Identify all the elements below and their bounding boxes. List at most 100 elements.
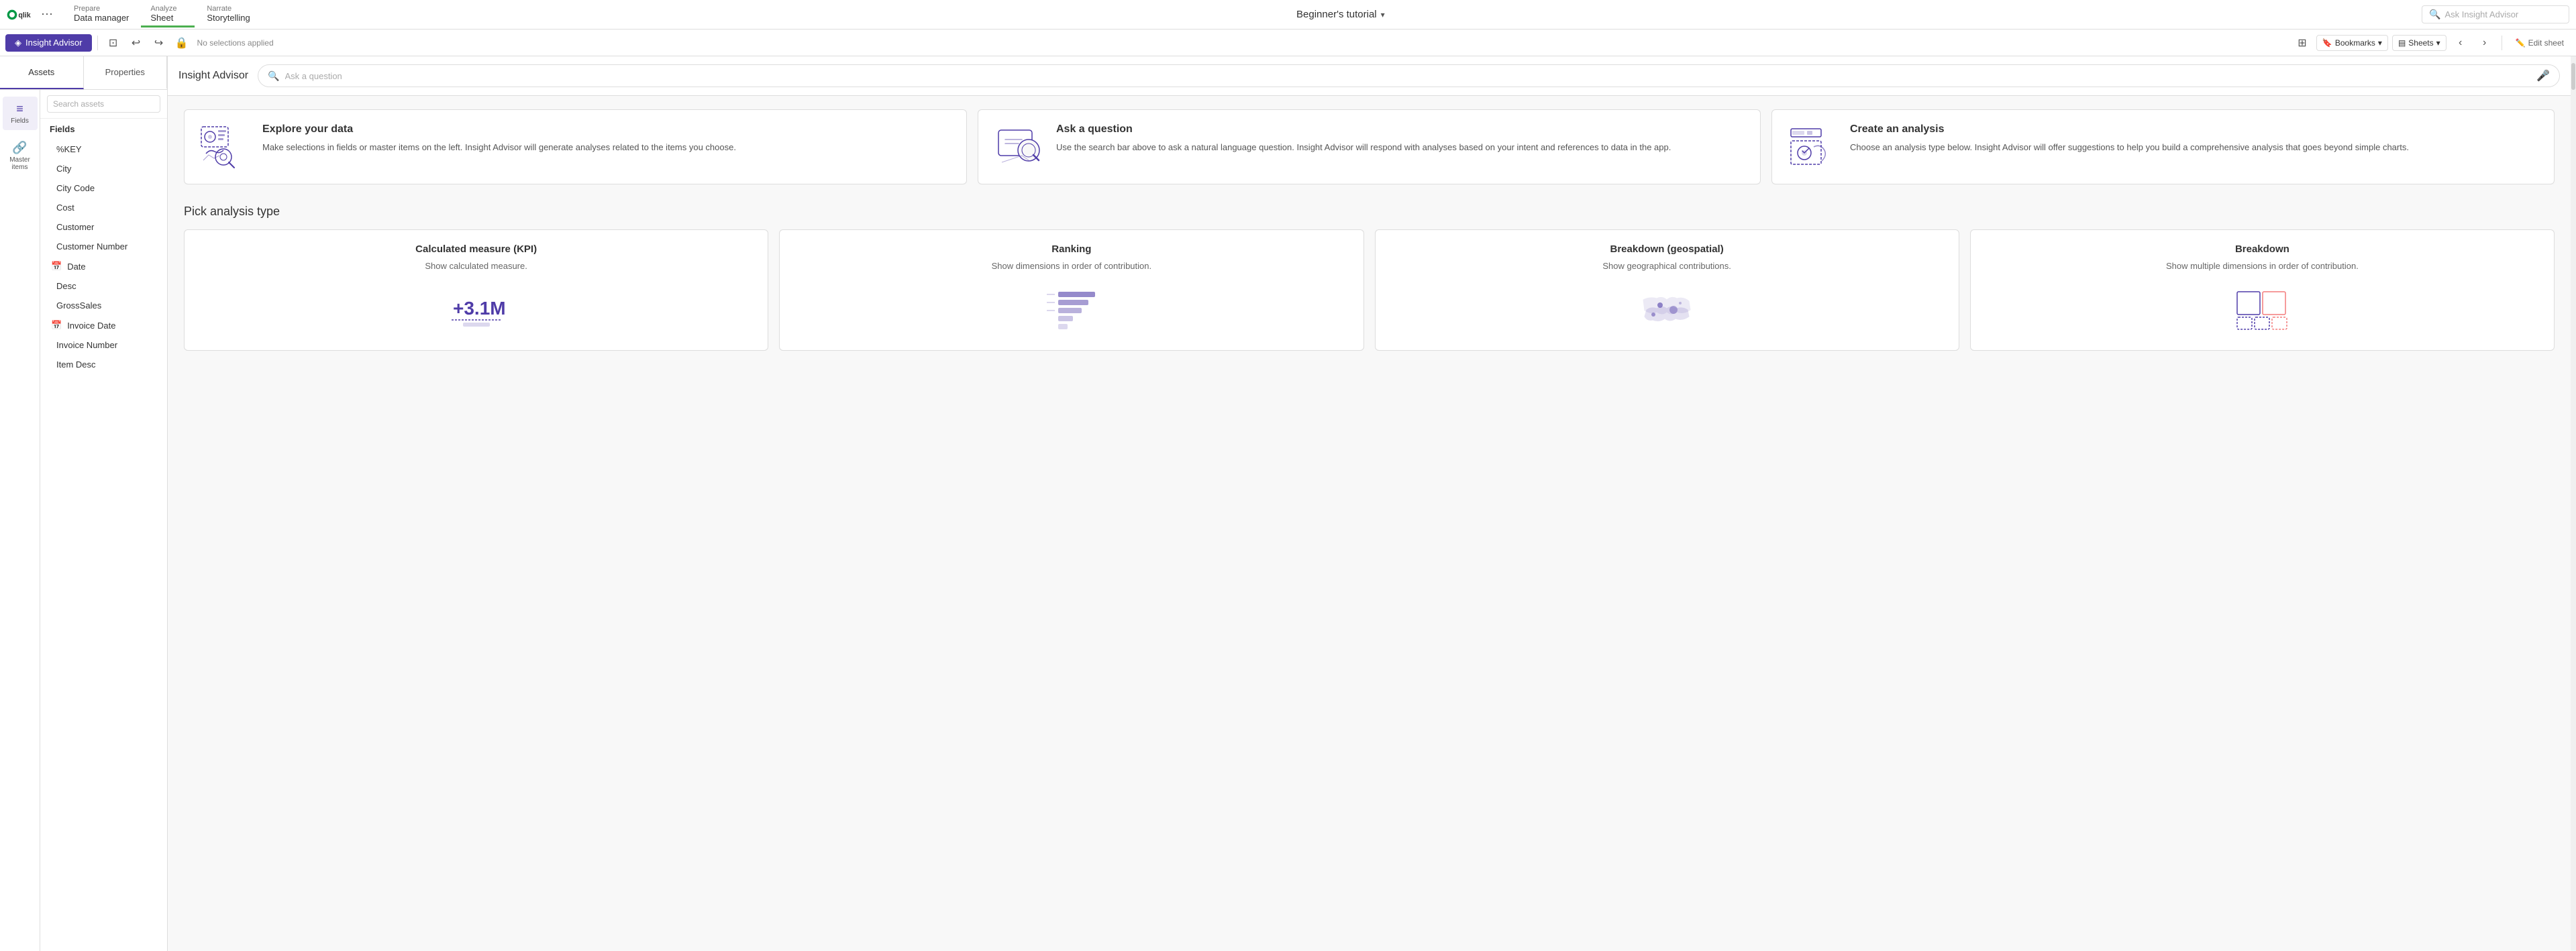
ask-card-description: Use the search bar above to ask a natura… xyxy=(1056,141,1671,154)
microphone-icon[interactable]: 🎤 xyxy=(2536,69,2550,82)
analysis-cards: Calculated measure (KPI) Show calculated… xyxy=(184,229,2555,351)
analysis-card-breakdown[interactable]: Breakdown Show multiple dimensions in or… xyxy=(1970,229,2555,351)
field-name: Customer xyxy=(56,222,94,232)
field-name: GrossSales xyxy=(56,300,101,311)
field-item[interactable]: 📅 Invoice Date xyxy=(47,315,160,335)
ask-card-text: Ask a question Use the search bar above … xyxy=(1056,123,1671,154)
search-icon: 🔍 xyxy=(268,70,279,82)
prev-sheet-button[interactable]: ‹ xyxy=(2451,33,2471,53)
bookmark-icon: 🔖 xyxy=(2322,38,2332,48)
intro-card-ask[interactable]: Ask a question Use the search bar above … xyxy=(978,109,1761,184)
field-item[interactable]: Customer xyxy=(47,217,160,237)
nav-tab-analyze-top: Analyze xyxy=(150,5,185,13)
explore-card-text: Explore your data Make selections in fie… xyxy=(262,123,736,154)
analysis-card-geospatial[interactable]: Breakdown (geospatial) Show geographical… xyxy=(1375,229,1959,351)
field-name: %KEY xyxy=(56,144,82,154)
field-item[interactable]: Customer Number xyxy=(47,237,160,256)
sheets-chevron-icon: ▾ xyxy=(2436,38,2440,48)
calendar-icon: 📅 xyxy=(51,261,62,272)
intro-cards: Explore your data Make selections in fie… xyxy=(184,109,2555,184)
smart-search-button[interactable]: ⊡ xyxy=(103,33,123,53)
bookmarks-button[interactable]: 🔖 Bookmarks ▾ xyxy=(2316,35,2388,51)
nav-tab-prepare-bottom: Data manager xyxy=(74,13,129,23)
analysis-card-kpi[interactable]: Calculated measure (KPI) Show calculated… xyxy=(184,229,768,351)
ranking-card-description: Show dimensions in order of contribution… xyxy=(790,260,1352,272)
chevron-right-icon: › xyxy=(2483,37,2486,49)
search-placeholder: Ask Insight Advisor xyxy=(2444,9,2518,19)
back-button[interactable]: ↩ xyxy=(126,33,146,53)
master-items-icon: 🔗 xyxy=(12,141,27,155)
app-title[interactable]: Beginner's tutorial ▾ xyxy=(1296,9,1385,20)
fields-icon-label: Fields xyxy=(11,117,29,125)
field-item[interactable]: City xyxy=(47,159,160,178)
insight-panel: Insight Advisor 🔍 🎤 xyxy=(168,56,2571,96)
ranking-visual xyxy=(790,283,1352,337)
insight-search-bar[interactable]: 🔍 🎤 xyxy=(258,64,2560,87)
right-scrollbar xyxy=(2571,56,2576,951)
explore-card-icon xyxy=(198,123,252,170)
field-name: Desc xyxy=(56,281,76,291)
geospatial-visual xyxy=(1386,283,1948,337)
field-name: Cost xyxy=(56,203,74,213)
smart-search-icon: ⊡ xyxy=(109,36,117,50)
kpi-card-title: Calculated measure (KPI) xyxy=(195,243,757,255)
insight-question-input[interactable] xyxy=(285,71,2532,81)
field-item[interactable]: City Code xyxy=(47,178,160,198)
create-card-title: Create an analysis xyxy=(1850,123,2409,135)
insight-panel-title: Insight Advisor xyxy=(178,70,248,82)
field-name: Invoice Number xyxy=(56,340,117,350)
fields-section: Fields %KEY City City Code xyxy=(40,119,167,951)
back-icon: ↩ xyxy=(132,36,140,50)
sidebar-item-master-items[interactable]: 🔗 Master items xyxy=(3,135,38,176)
ask-insight-advisor-search[interactable]: 🔍 Ask Insight Advisor xyxy=(2422,5,2569,23)
field-item[interactable]: Cost xyxy=(47,198,160,217)
field-name: Item Desc xyxy=(56,359,96,370)
toolbar: ◈ Insight Advisor ⊡ ↩ ↪ 🔒 No selections … xyxy=(0,30,2576,56)
field-item[interactable]: Invoice Number xyxy=(47,335,160,355)
insight-advisor-label: Insight Advisor xyxy=(25,38,83,48)
nav-tab-narrate[interactable]: Narrate Storytelling xyxy=(197,2,259,27)
analysis-card-ranking[interactable]: Ranking Show dimensions in order of cont… xyxy=(779,229,1363,351)
ask-card-title: Ask a question xyxy=(1056,123,1671,135)
sidebar-tab-properties[interactable]: Properties xyxy=(84,56,168,89)
nav-tab-analyze[interactable]: Analyze Sheet xyxy=(141,2,195,27)
search-assets-input[interactable] xyxy=(47,95,160,113)
toolbar-right: ⊞ 🔖 Bookmarks ▾ ▤ Sheets ▾ ‹ › ✏️ Edit s… xyxy=(2292,33,2571,53)
content-area: Insight Advisor 🔍 🎤 xyxy=(168,56,2571,951)
create-card-text: Create an analysis Choose an analysis ty… xyxy=(1850,123,2409,154)
field-item[interactable]: Desc xyxy=(47,276,160,296)
intro-card-explore[interactable]: Explore your data Make selections in fie… xyxy=(184,109,967,184)
sheets-button[interactable]: ▤ Sheets ▾ xyxy=(2392,35,2446,51)
edit-sheet-button[interactable]: ✏️ Edit sheet xyxy=(2509,36,2571,50)
master-items-icon-label: Master items xyxy=(5,156,35,171)
qlik-logo[interactable]: qlik xyxy=(7,7,34,23)
field-name: Invoice Date xyxy=(67,321,115,331)
forward-button[interactable]: ↪ xyxy=(149,33,169,53)
intro-card-create[interactable]: Create an analysis Choose an analysis ty… xyxy=(1771,109,2555,184)
breakdown-visual xyxy=(1981,283,2543,337)
calendar-icon: 📅 xyxy=(51,320,62,331)
lock-icon: 🔒 xyxy=(175,36,189,50)
nav-tab-prepare[interactable]: Prepare Data manager xyxy=(64,2,138,27)
field-item[interactable]: %KEY xyxy=(47,139,160,159)
forward-icon: ↪ xyxy=(154,36,163,50)
fields-heading: Fields xyxy=(47,124,160,134)
search-icon: 🔍 xyxy=(2429,9,2440,20)
next-sheet-button[interactable]: › xyxy=(2475,33,2495,53)
field-name: City Code xyxy=(56,183,95,193)
sidebar-item-fields[interactable]: ≡ Fields xyxy=(3,97,38,130)
sheets-icon: ▤ xyxy=(2398,38,2406,48)
chevron-down-icon: ▾ xyxy=(1381,10,1385,19)
field-item[interactable]: 📅 Date xyxy=(47,256,160,276)
field-item[interactable]: GrossSales xyxy=(47,296,160,315)
create-card-description: Choose an analysis type below. Insight A… xyxy=(1850,141,2409,154)
grid-view-button[interactable]: ⊞ xyxy=(2292,33,2312,53)
kpi-visual: +3.1M xyxy=(195,283,757,337)
more-options-button[interactable]: ⋯ xyxy=(38,5,56,24)
lock-button[interactable]: 🔒 xyxy=(172,33,192,53)
bookmarks-chevron-icon: ▾ xyxy=(2378,38,2382,48)
field-item[interactable]: Item Desc xyxy=(47,355,160,374)
insight-advisor-button[interactable]: ◈ Insight Advisor xyxy=(5,34,92,52)
sidebar-tab-assets[interactable]: Assets xyxy=(0,56,84,89)
explore-card-description: Make selections in fields or master item… xyxy=(262,141,736,154)
